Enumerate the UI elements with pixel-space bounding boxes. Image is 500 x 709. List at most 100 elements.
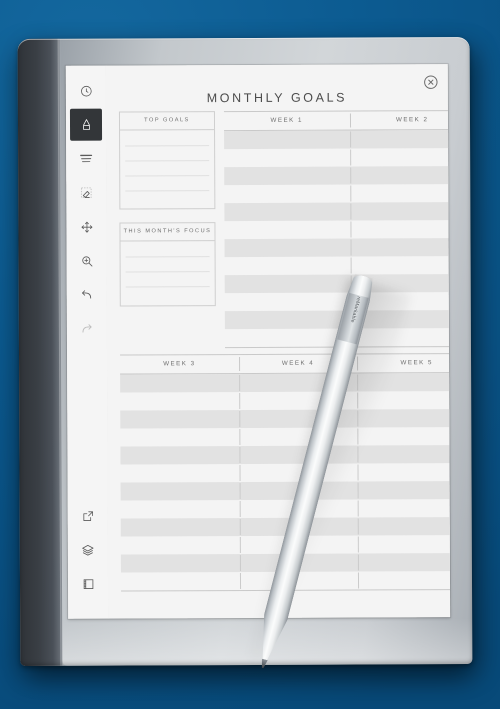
sidebar-item-stroke-styles[interactable] (70, 143, 102, 175)
sidebar-item-page[interactable] (72, 568, 104, 600)
table-cell[interactable] (239, 482, 358, 501)
table-cell[interactable] (120, 464, 239, 483)
table-cell[interactable] (358, 517, 450, 536)
sidebar-item-redo[interactable] (71, 313, 103, 345)
table-cell[interactable] (120, 374, 239, 393)
table-cell[interactable] (358, 427, 450, 446)
table-cell[interactable] (358, 463, 450, 482)
table-cell[interactable] (358, 499, 450, 518)
table-cell[interactable] (358, 481, 450, 500)
close-icon[interactable] (423, 74, 439, 90)
table-cell[interactable] (350, 202, 450, 221)
table-body[interactable] (120, 372, 451, 591)
table-cell[interactable] (358, 553, 450, 572)
table-row[interactable] (225, 292, 450, 311)
table-cell[interactable] (224, 149, 350, 168)
table-cell[interactable] (225, 239, 351, 258)
table-row[interactable] (121, 571, 450, 591)
table-cell[interactable] (120, 446, 239, 465)
table-row[interactable] (120, 391, 450, 411)
table-cell[interactable] (358, 445, 450, 464)
table-cell[interactable] (240, 554, 359, 573)
table-cell[interactable] (358, 391, 451, 410)
sidebar-item-move[interactable] (70, 211, 102, 243)
sidebar-item-eraser[interactable] (70, 177, 102, 209)
table-row[interactable] (225, 328, 450, 347)
table-cell[interactable] (224, 131, 350, 150)
table-cell[interactable] (357, 373, 450, 392)
table-cell[interactable] (350, 184, 450, 203)
sidebar-item-pen[interactable] (69, 108, 103, 141)
table-cell[interactable] (120, 428, 239, 447)
table-cell[interactable] (350, 274, 450, 293)
table-row[interactable] (121, 535, 450, 555)
table-cell[interactable] (225, 275, 351, 294)
table-cell[interactable] (350, 220, 450, 239)
table-row[interactable] (120, 427, 450, 447)
table-row[interactable] (224, 309, 451, 330)
table-row[interactable] (120, 552, 451, 573)
table-row[interactable] (225, 256, 451, 275)
table-row[interactable] (120, 516, 451, 537)
table-cell[interactable] (239, 536, 358, 555)
table-cell[interactable] (358, 571, 450, 590)
table-row[interactable] (224, 184, 450, 203)
table-row[interactable] (224, 237, 451, 258)
sidebar-item-layers[interactable] (72, 534, 104, 566)
table-row[interactable] (224, 220, 450, 239)
table-cell[interactable] (239, 428, 358, 447)
table-row[interactable] (120, 463, 450, 483)
table-cell[interactable] (350, 148, 451, 167)
table-cell[interactable] (358, 409, 451, 428)
panel-top-goals-lines[interactable] (120, 130, 214, 208)
table-cell[interactable] (225, 293, 351, 312)
table-row[interactable] (120, 444, 451, 465)
table-cell[interactable] (121, 518, 240, 537)
table-cell[interactable] (350, 328, 450, 347)
table-body[interactable] (224, 129, 451, 347)
table-cell[interactable] (120, 410, 239, 429)
table-cell[interactable] (121, 482, 240, 501)
table-row[interactable] (121, 499, 451, 519)
sidebar-item-zoom[interactable] (71, 245, 103, 277)
table-row[interactable] (224, 129, 451, 150)
table-cell[interactable] (225, 257, 351, 276)
table-row[interactable] (224, 201, 451, 222)
table-cell[interactable] (239, 410, 358, 429)
table-row[interactable] (120, 480, 451, 501)
table-cell[interactable] (240, 572, 359, 591)
sidebar-item-undo[interactable] (71, 279, 103, 311)
table-cell[interactable] (350, 130, 451, 149)
table-row[interactable] (120, 408, 451, 429)
table-cell[interactable] (121, 536, 240, 555)
table-cell[interactable] (224, 203, 350, 222)
table-cell[interactable] (121, 554, 240, 573)
table-cell[interactable] (239, 518, 358, 537)
table-cell[interactable] (350, 292, 450, 311)
table-cell[interactable] (225, 329, 351, 348)
sidebar-item-share[interactable] (72, 500, 104, 532)
sidebar-item-history[interactable] (70, 75, 102, 107)
table-cell[interactable] (224, 221, 350, 240)
table-row[interactable] (224, 148, 450, 167)
panel-this-months-focus-lines[interactable] (121, 241, 215, 305)
table-cell[interactable] (224, 185, 350, 204)
table-row[interactable] (120, 372, 451, 393)
table-cell[interactable] (121, 572, 240, 591)
table-cell[interactable] (358, 535, 450, 554)
table-cell[interactable] (239, 500, 358, 519)
table-cell[interactable] (239, 464, 358, 483)
table-cell[interactable] (121, 500, 240, 519)
table-cell[interactable] (350, 166, 450, 185)
table-row[interactable] (224, 165, 451, 186)
table-cell[interactable] (239, 392, 358, 411)
table-cell[interactable] (224, 167, 350, 186)
table-cell[interactable] (350, 256, 450, 275)
table-cell[interactable] (225, 311, 351, 330)
table-cell[interactable] (350, 238, 450, 257)
table-cell[interactable] (350, 310, 450, 329)
table-cell[interactable] (239, 374, 358, 393)
table-cell[interactable] (120, 392, 239, 411)
table-cell[interactable] (239, 446, 358, 465)
table-row[interactable] (224, 273, 451, 294)
